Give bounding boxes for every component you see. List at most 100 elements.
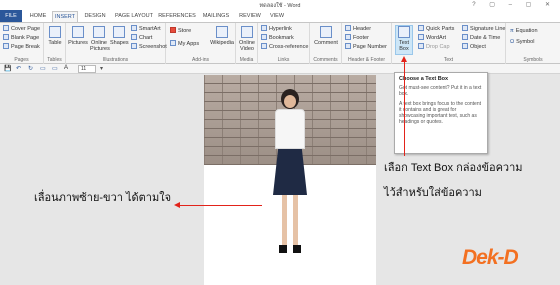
- comment-button[interactable]: Comment: [313, 26, 339, 46]
- date-time-icon: [462, 34, 468, 40]
- header-label: Header: [353, 26, 372, 32]
- tab-review[interactable]: REVIEW: [236, 11, 264, 22]
- shapes-button[interactable]: Shapes: [110, 26, 129, 46]
- group-label: Pages: [14, 57, 29, 63]
- undo-icon[interactable]: ↶: [16, 65, 21, 72]
- font-size-box[interactable]: 11: [78, 65, 96, 73]
- drop-cap-label: Drop Cap: [426, 44, 450, 50]
- drop-cap-button[interactable]: Drop Cap: [418, 43, 450, 51]
- object-button[interactable]: Object: [462, 43, 486, 51]
- group-label: Header & Footer: [348, 57, 385, 63]
- screenshot-label: Screenshot: [139, 44, 167, 50]
- quick-parts-icon: [418, 25, 424, 31]
- page-break-button[interactable]: Page Break: [3, 43, 40, 51]
- tab-view[interactable]: VIEW: [266, 11, 288, 22]
- group-label: Symbols: [523, 57, 543, 63]
- page-break-icon: [3, 43, 9, 49]
- group-label: Add-ins: [192, 57, 209, 63]
- text-box-button[interactable]: Text Box: [395, 25, 413, 55]
- online-pictures-button[interactable]: Online Pictures: [90, 26, 110, 52]
- table-button[interactable]: Table: [46, 26, 64, 46]
- redo-icon[interactable]: ↻: [28, 65, 33, 72]
- group-links: Hyperlink Bookmark Cross-reference Links: [258, 23, 310, 64]
- page-number-button[interactable]: Page Number: [345, 43, 387, 51]
- blank-page-icon: [3, 34, 9, 40]
- wordart-label: WordArt: [426, 35, 447, 41]
- equation-button[interactable]: π Equation: [510, 27, 538, 35]
- new-icon[interactable]: ▭: [52, 65, 58, 72]
- pictures-button[interactable]: Pictures: [68, 26, 88, 46]
- date-time-label: Date & Time: [470, 35, 501, 41]
- open-icon[interactable]: ▭: [40, 65, 46, 72]
- group-illustrations: Pictures Online Pictures Shapes SmartArt…: [66, 23, 167, 64]
- screenshot-button[interactable]: Screenshot: [131, 43, 167, 51]
- window-controls[interactable]: ? ▢ – ▢ ✕: [472, 1, 556, 8]
- bookmark-button[interactable]: Bookmark: [261, 34, 294, 42]
- table-icon: [49, 26, 61, 38]
- tooltip-line-2: A text box brings focus to the content i…: [399, 101, 481, 125]
- online-pictures-label: Online Pictures: [90, 40, 110, 52]
- blank-page-button[interactable]: Blank Page: [3, 34, 39, 42]
- chart-label: Chart: [139, 35, 153, 41]
- tooltip-title: Choose a Text Box: [399, 76, 449, 82]
- signature-line-button[interactable]: Signature Line: [462, 25, 505, 33]
- tooltip-line-1: Got must-see content? Put it in a text b…: [399, 85, 482, 97]
- cover-page-button[interactable]: Cover Page: [3, 25, 40, 33]
- wikipedia-button[interactable]: Wikipedia: [210, 26, 234, 46]
- object-label: Object: [470, 44, 486, 50]
- blank-page-label: Blank Page: [11, 35, 40, 41]
- tab-page-layout[interactable]: PAGE LAYOUT: [114, 11, 154, 22]
- online-pictures-icon: [93, 26, 105, 38]
- tab-references[interactable]: REFERENCES: [158, 11, 196, 22]
- left-arrow-head: [174, 202, 180, 208]
- group-pages: Cover Page Blank Page Page Break Pages: [0, 23, 44, 64]
- group-label: Links: [277, 57, 290, 63]
- tab-design[interactable]: DESIGN: [82, 11, 108, 22]
- online-video-button[interactable]: Online Video: [237, 26, 257, 52]
- person-legs: [282, 195, 298, 245]
- smartart-label: SmartArt: [139, 26, 161, 32]
- symbol-button[interactable]: Ω Symbol: [510, 38, 534, 46]
- footer-label: Footer: [353, 35, 369, 41]
- chart-icon: [131, 34, 137, 40]
- group-label: Text: [443, 57, 454, 63]
- tab-mailings[interactable]: MAILINGS: [200, 11, 232, 22]
- font-icon[interactable]: A: [64, 65, 68, 71]
- smartart-button[interactable]: SmartArt: [131, 25, 161, 33]
- date-time-button[interactable]: Date & Time: [462, 34, 500, 42]
- dropdown-chevron-icon[interactable]: ▾: [100, 65, 103, 72]
- wordart-button[interactable]: WordArt: [418, 34, 446, 42]
- hyperlink-button[interactable]: Hyperlink: [261, 25, 292, 33]
- group-header-footer: Header Footer Page Number Header & Foote…: [342, 23, 392, 64]
- footer-button[interactable]: Footer: [345, 34, 369, 42]
- right-caption-1: เลือก Text Box กล่องข้อความ: [384, 162, 523, 174]
- ribbon-tabs: FILE HOME INSERT DESIGN PAGE LAYOUT REFE…: [0, 10, 560, 23]
- quick-parts-button[interactable]: Quick Parts: [418, 25, 454, 33]
- signature-line-icon: [462, 25, 468, 31]
- group-label: Tables: [47, 57, 62, 63]
- cross-reference-button[interactable]: Cross-reference: [261, 43, 308, 51]
- header-button[interactable]: Header: [345, 25, 371, 33]
- bookmark-label: Bookmark: [269, 35, 294, 41]
- text-box-tooltip: Choose a Text Box Got must-see content? …: [394, 72, 488, 154]
- store-label: Store: [178, 28, 192, 34]
- my-apps-button[interactable]: My Apps: [170, 40, 199, 48]
- omega-icon: Ω: [510, 39, 515, 45]
- up-arrow-head: [401, 56, 407, 62]
- page-break-label: Page Break: [11, 44, 40, 50]
- cover-page-icon: [3, 25, 9, 31]
- hyperlink-label: Hyperlink: [269, 26, 292, 32]
- comment-icon: [320, 26, 332, 38]
- chart-button[interactable]: Chart: [131, 34, 152, 42]
- tab-home[interactable]: HOME: [28, 11, 48, 22]
- title-bar: ทดลองใช้ - Word ? ▢ – ▢ ✕: [0, 0, 560, 10]
- save-icon[interactable]: 💾: [4, 65, 11, 72]
- quick-parts-label: Quick Parts: [426, 26, 455, 32]
- pictures-label: Pictures: [68, 40, 88, 46]
- store-button[interactable]: Store: [170, 27, 191, 35]
- person-face: [284, 95, 296, 108]
- group-label: Illustrations: [102, 57, 129, 63]
- text-box-label: Text Box: [398, 40, 410, 52]
- person-shirt: [275, 109, 305, 149]
- tab-file[interactable]: FILE: [0, 10, 22, 22]
